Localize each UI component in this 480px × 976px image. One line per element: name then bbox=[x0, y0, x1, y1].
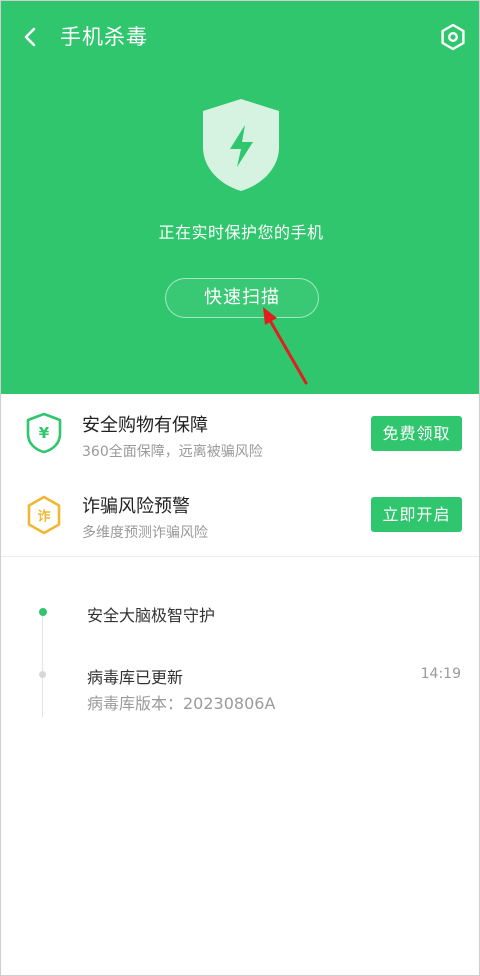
section-divider bbox=[1, 556, 479, 557]
settings-button[interactable] bbox=[437, 21, 469, 53]
timeline-dot-active bbox=[39, 608, 47, 616]
shield-lightning-icon bbox=[203, 99, 279, 191]
hero-banner: 手机杀毒 正在实时保护您的手机 快速扫描 bbox=[1, 1, 479, 394]
card-title: 诈骗风险预警 bbox=[82, 496, 190, 517]
card-subtitle: 360全面保障，远离被骗风险 bbox=[82, 444, 263, 460]
timeline-item-title: 安全大脑极智守护 bbox=[87, 606, 216, 625]
enable-now-button[interactable]: 立即开启 bbox=[371, 497, 462, 532]
annotation-arrow bbox=[263, 307, 308, 385]
shopping-protection-card[interactable]: ¥ 安全购物有保障 360全面保障，远离被骗风险 免费领取 bbox=[1, 394, 479, 475]
timeline-line bbox=[42, 613, 43, 717]
timeline-item-time: 14:19 bbox=[420, 666, 461, 682]
card-subtitle: 多维度预测诈骗风险 bbox=[82, 525, 208, 541]
timeline-dot bbox=[39, 671, 46, 678]
shield-yen-icon: ¥ bbox=[26, 412, 62, 454]
hexagon-fraud-icon: 诈 bbox=[27, 495, 61, 535]
timeline-item-title: 病毒库已更新 bbox=[87, 668, 184, 687]
chevron-left-icon bbox=[24, 27, 36, 47]
svg-text:诈: 诈 bbox=[37, 509, 50, 525]
fraud-warning-card[interactable]: 诈 诈骗风险预警 多维度预测诈骗风险 立即开启 bbox=[1, 475, 479, 556]
svg-text:¥: ¥ bbox=[39, 424, 50, 442]
page-title: 手机杀毒 bbox=[60, 25, 148, 49]
timeline-item-subtitle: 病毒库版本：20230806A bbox=[87, 694, 276, 713]
hexagon-gear-icon bbox=[441, 23, 465, 51]
protection-status-text: 正在实时保护您的手机 bbox=[158, 223, 324, 242]
card-title: 安全购物有保障 bbox=[82, 415, 208, 436]
claim-free-button[interactable]: 免费领取 bbox=[371, 416, 462, 451]
back-button[interactable] bbox=[15, 21, 47, 53]
app-screen: 手机杀毒 正在实时保护您的手机 快速扫描 ¥ 安全购物有保障 360全面保障，远… bbox=[0, 0, 480, 976]
